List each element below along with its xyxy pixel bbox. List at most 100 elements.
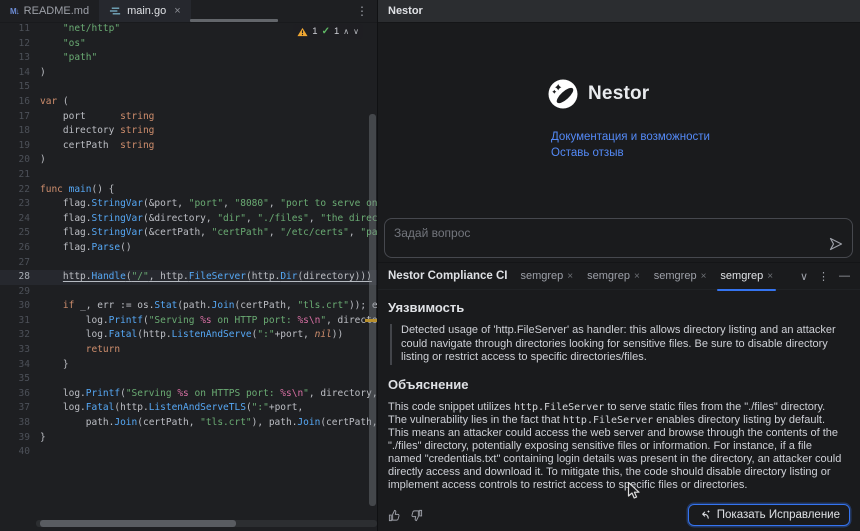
- tab-label: semgrep: [654, 270, 697, 282]
- nestor-brand: Nestor: [548, 79, 649, 109]
- line-number: 15: [0, 80, 30, 95]
- close-icon[interactable]: ×: [767, 271, 773, 282]
- code-line[interactable]: 28 http.Handle("/", http.FileServer(http…: [0, 270, 377, 285]
- code-line[interactable]: 27: [0, 256, 377, 271]
- inspections-widget[interactable]: 1 ✓ 1 ∧ ∨: [293, 24, 363, 39]
- go-icon: [109, 6, 122, 16]
- tab-label: README.md: [24, 5, 89, 17]
- code-line[interactable]: 40: [0, 445, 377, 460]
- vulnerability-text: Detected usage of 'http.FileServer' as h…: [390, 324, 850, 365]
- thumbs-down-icon[interactable]: [410, 509, 423, 522]
- tab-semgrep-2[interactable]: semgrep ×: [582, 263, 645, 290]
- code-line[interactable]: 22func main() {: [0, 183, 377, 198]
- show-fix-label: Показать Исправление: [717, 509, 840, 521]
- markdown-icon: M↓: [10, 7, 19, 16]
- next-issue-chevron-down-icon[interactable]: ∨: [353, 27, 359, 36]
- line-number: 40: [0, 445, 30, 460]
- close-icon[interactable]: ×: [701, 271, 707, 282]
- tab-label: semgrep: [521, 270, 564, 282]
- code-line[interactable]: 36 log.Printf("Serving %s on HTTPS port:…: [0, 387, 377, 402]
- minimize-icon[interactable]: —: [839, 270, 850, 282]
- code-line[interactable]: 20): [0, 153, 377, 168]
- line-number: 30: [0, 299, 30, 314]
- nestor-logo-icon: [548, 79, 578, 109]
- code-line[interactable]: 33 return: [0, 343, 377, 358]
- code-line[interactable]: 32 log.Fatal(http.ListenAndServe(":"+por…: [0, 328, 377, 343]
- close-icon[interactable]: ×: [567, 271, 573, 282]
- code-line[interactable]: 23 flag.StringVar(&port, "port", "8080",…: [0, 197, 377, 212]
- kebab-menu-icon[interactable]: ⋮: [818, 270, 829, 283]
- fix-arrow-icon: [698, 509, 711, 522]
- close-icon[interactable]: ×: [174, 5, 180, 17]
- panel-header[interactable]: Nestor: [378, 0, 860, 23]
- code-area[interactable]: 11 "net/http"12 "os"13 "path"14)1516var …: [0, 22, 377, 519]
- compliance-header: Nestor Compliance CI semgrep × semgrep ×…: [378, 262, 860, 290]
- code-line[interactable]: 24 flag.StringVar(&directory, "dir", "./…: [0, 212, 377, 227]
- send-icon[interactable]: [828, 236, 844, 252]
- line-number: 34: [0, 358, 30, 373]
- code-line[interactable]: 19 certPath string: [0, 139, 377, 154]
- chevron-down-icon[interactable]: ∨: [800, 270, 808, 283]
- editor-tab-bar: M↓ README.md main.go × ⋮: [0, 0, 377, 23]
- line-number: 14: [0, 66, 30, 81]
- question-placeholder: Задай вопрос: [394, 226, 470, 240]
- tab-readme[interactable]: M↓ README.md: [0, 0, 99, 22]
- mouse-cursor: [627, 481, 640, 500]
- feedback-link[interactable]: Оставь отзыв: [551, 147, 710, 159]
- line-number: 26: [0, 241, 30, 256]
- panel-title: Nestor: [388, 5, 423, 17]
- compliance-title: Nestor Compliance CI: [388, 270, 508, 282]
- explanation-text: This code snippet utilizes http.FileServ…: [388, 401, 843, 492]
- code-line[interactable]: 14): [0, 66, 377, 81]
- tab-semgrep-1[interactable]: semgrep ×: [516, 263, 579, 290]
- show-fix-button[interactable]: Показать Исправление: [688, 504, 850, 526]
- nestor-panel: Nestor Nestor Документация и возможности…: [377, 0, 860, 531]
- code-line[interactable]: 34 }: [0, 358, 377, 373]
- tab-semgrep-4[interactable]: semgrep ×: [715, 263, 778, 290]
- feedback-buttons: [388, 509, 423, 522]
- close-icon[interactable]: ×: [634, 271, 640, 282]
- line-number: 35: [0, 372, 30, 387]
- warning-icon: [297, 27, 308, 37]
- prev-issue-chevron-up-icon[interactable]: ∧: [343, 27, 349, 36]
- code-line[interactable]: 21: [0, 168, 377, 183]
- question-input[interactable]: Задай вопрос: [384, 218, 853, 258]
- editor-pane: M↓ README.md main.go × ⋮ 11 "net/http"12…: [0, 0, 377, 531]
- editor-options-kebab-icon[interactable]: ⋮: [356, 0, 368, 22]
- line-number: 32: [0, 328, 30, 343]
- tab-main-go[interactable]: main.go ×: [99, 0, 191, 22]
- code-line[interactable]: 18 directory string: [0, 124, 377, 139]
- check-icon: ✓: [322, 26, 330, 37]
- code-line[interactable]: 25 flag.StringVar(&certPath, "certPath",…: [0, 226, 377, 241]
- line-number: 20: [0, 153, 30, 168]
- code-line[interactable]: 17 port string: [0, 110, 377, 125]
- line-number: 29: [0, 285, 30, 300]
- code-line[interactable]: 39}: [0, 431, 377, 446]
- editor-horizontal-scrollbar[interactable]: [36, 520, 377, 527]
- docs-link[interactable]: Документация и возможности: [551, 131, 710, 143]
- code-line[interactable]: 37 log.Fatal(http.ListenAndServeTLS(":"+…: [0, 401, 377, 416]
- scrollbar-warning-marker[interactable]: [365, 319, 377, 322]
- thumbs-up-icon[interactable]: [388, 509, 401, 522]
- code-line[interactable]: 16var (: [0, 95, 377, 110]
- code-line[interactable]: 29: [0, 285, 377, 300]
- code-line[interactable]: 35: [0, 372, 377, 387]
- editor-vertical-scrollbar[interactable]: [369, 114, 376, 506]
- code-line[interactable]: 31 log.Printf("Serving %s on HTTP port: …: [0, 314, 377, 329]
- line-number: 17: [0, 110, 30, 125]
- line-number: 11: [0, 22, 30, 37]
- code-line[interactable]: 13 "path": [0, 51, 377, 66]
- tab-label: semgrep: [720, 270, 763, 282]
- line-number: 21: [0, 168, 30, 183]
- code-lines: 11 "net/http"12 "os"13 "path"14)1516var …: [0, 22, 377, 460]
- tab-semgrep-3[interactable]: semgrep ×: [649, 263, 712, 290]
- code-line[interactable]: 38 path.Join(certPath, "tls.crt"), path.…: [0, 416, 377, 431]
- panel-links: Документация и возможности Оставь отзыв: [551, 131, 710, 159]
- code-line[interactable]: 15: [0, 80, 377, 95]
- code-line[interactable]: 26 flag.Parse(): [0, 241, 377, 256]
- explanation-heading: Объяснение: [388, 377, 850, 392]
- compliance-toolbar: ∨ ⋮ —: [800, 270, 850, 283]
- code-line[interactable]: 30 if _, err := os.Stat(path.Join(certPa…: [0, 299, 377, 314]
- horizontal-scrollbar-thumb[interactable]: [40, 520, 236, 527]
- line-number: 27: [0, 256, 30, 271]
